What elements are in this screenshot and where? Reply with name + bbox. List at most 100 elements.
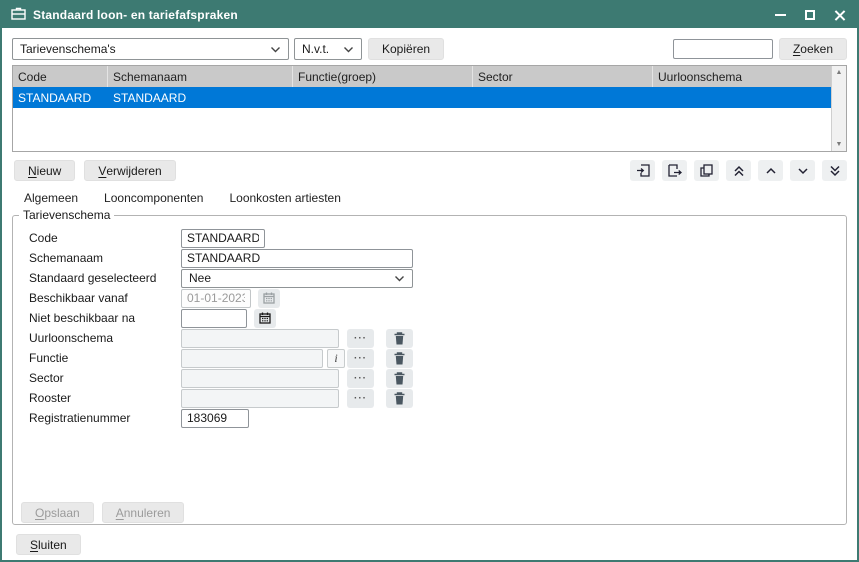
column-header-schemanaam[interactable]: Schemanaam	[108, 66, 293, 87]
table-header: Code Schemanaam Functie(groep) Sector Uu…	[13, 66, 831, 87]
uurloonschema-input	[181, 329, 339, 348]
footer: Sluiten	[16, 534, 857, 555]
import-button[interactable]	[630, 160, 655, 181]
double-chevron-down-icon	[829, 165, 841, 177]
table-scrollbar[interactable]: ▲ ▼	[831, 66, 846, 151]
scroll-up-icon[interactable]: ▲	[836, 69, 843, 76]
duplicate-button[interactable]	[694, 160, 719, 181]
trash-icon	[394, 352, 405, 365]
new-button[interactable]: Nieuw	[14, 160, 75, 181]
field-row-functie: Functie i ···	[13, 348, 846, 368]
beschikbaar-vanaf-input	[181, 289, 251, 308]
code-input[interactable]	[181, 229, 265, 248]
save-button[interactable]: Opslaan	[21, 502, 94, 523]
cell-schemanaam: STANDAARD	[108, 87, 293, 108]
cell-sector	[473, 87, 653, 108]
table-empty-area	[13, 108, 831, 151]
standaard-geselecteerd-label: Standaard geselecteerd	[29, 271, 181, 285]
copy-icon	[700, 164, 713, 177]
tab-bar: Algemeen Looncomponenten Loonkosten arti…	[24, 191, 847, 205]
trash-icon	[394, 332, 405, 345]
move-up-button[interactable]	[758, 160, 783, 181]
registratienummer-label: Registratienummer	[29, 411, 181, 425]
schema-type-select-value: Tarievenschema's	[20, 42, 116, 56]
tarievenschema-panel: Tarievenschema Code Schemanaam Standaard…	[12, 208, 847, 525]
beschikbaar-vanaf-calendar-button	[258, 289, 280, 308]
sector-browse-button[interactable]: ···	[347, 369, 374, 388]
functie-info-button[interactable]: i	[327, 349, 345, 368]
table-row[interactable]: STANDAARD STANDAARD	[13, 87, 831, 108]
field-row-standaard-geselecteerd: Standaard geselecteerd Nee	[13, 268, 846, 288]
cell-uurloonschema	[653, 87, 831, 108]
tab-loonkosten-artiesten[interactable]: Loonkosten artiesten	[229, 191, 340, 205]
functie-clear-button[interactable]	[386, 349, 413, 368]
calendar-icon	[263, 292, 275, 304]
sector-input	[181, 369, 339, 388]
cell-code: STANDAARD	[13, 87, 108, 108]
chevron-up-icon	[765, 167, 777, 175]
app-window: Standaard loon- en tariefafspraken Tarie…	[0, 0, 859, 562]
registratienummer-input[interactable]	[181, 409, 249, 428]
search-button[interactable]: Zoeken	[779, 38, 847, 60]
standaard-geselecteerd-value: Nee	[189, 271, 211, 285]
export-button[interactable]	[662, 160, 687, 181]
cell-functiegroep	[293, 87, 473, 108]
column-header-functiegroep[interactable]: Functie(groep)	[293, 66, 473, 87]
close-button[interactable]	[833, 8, 847, 22]
close-icon	[834, 9, 846, 21]
rooster-clear-button[interactable]	[386, 389, 413, 408]
minimize-button[interactable]	[773, 8, 787, 22]
column-header-sector[interactable]: Sector	[473, 66, 653, 87]
move-first-button[interactable]	[726, 160, 751, 181]
field-row-uurloonschema: Uurloonschema ···	[13, 328, 846, 348]
sector-label: Sector	[29, 371, 181, 385]
field-row-rooster: Rooster ···	[13, 388, 846, 408]
save-row: Opslaan Annuleren	[13, 502, 846, 523]
schemanaam-label: Schemanaam	[29, 251, 181, 265]
rooster-input	[181, 389, 339, 408]
schemanaam-input[interactable]	[181, 249, 413, 268]
chevron-down-icon	[343, 46, 354, 53]
move-last-button[interactable]	[822, 160, 847, 181]
rooster-browse-button[interactable]: ···	[347, 389, 374, 408]
field-row-sector: Sector ···	[13, 368, 846, 388]
chevron-down-icon	[270, 46, 281, 53]
move-down-button[interactable]	[790, 160, 815, 181]
uurloonschema-browse-button[interactable]: ···	[347, 329, 374, 348]
schema-type-select[interactable]: Tarievenschema's	[12, 38, 289, 60]
briefcase-icon	[11, 7, 26, 23]
functie-browse-button[interactable]: ···	[347, 349, 374, 368]
delete-button[interactable]: Verwijderen	[84, 160, 175, 181]
uurloonschema-clear-button[interactable]	[386, 329, 413, 348]
trash-icon	[394, 392, 405, 405]
search-input[interactable]	[673, 39, 773, 59]
maximize-button[interactable]	[803, 8, 817, 22]
column-header-code[interactable]: Code	[13, 66, 108, 87]
toolbar: Tarievenschema's N.v.t. Kopiëren Zoeken	[12, 38, 847, 60]
window-title: Standaard loon- en tariefafspraken	[33, 8, 238, 22]
column-header-uurloonschema[interactable]: Uurloonschema	[653, 66, 831, 87]
filter-select[interactable]: N.v.t.	[294, 38, 362, 60]
cancel-button[interactable]: Annuleren	[102, 502, 185, 523]
field-row-niet-beschikbaar-na: Niet beschikbaar na	[13, 308, 846, 328]
niet-beschikbaar-na-label: Niet beschikbaar na	[29, 311, 181, 325]
minimize-icon	[775, 14, 786, 16]
tab-algemeen[interactable]: Algemeen	[24, 191, 78, 205]
niet-beschikbaar-na-input[interactable]	[181, 309, 247, 328]
field-row-beschikbaar-vanaf: Beschikbaar vanaf	[13, 288, 846, 308]
field-row-schemanaam: Schemanaam	[13, 248, 846, 268]
tab-looncomponenten[interactable]: Looncomponenten	[104, 191, 203, 205]
export-icon	[668, 164, 682, 177]
title-bar: Standaard loon- en tariefafspraken	[2, 2, 857, 28]
maximize-icon	[805, 10, 815, 20]
scroll-down-icon[interactable]: ▼	[836, 141, 843, 148]
niet-beschikbaar-na-calendar-button[interactable]	[254, 309, 276, 328]
standaard-geselecteerd-select[interactable]: Nee	[181, 269, 413, 288]
close-window-button[interactable]: Sluiten	[16, 534, 81, 555]
trash-icon	[394, 372, 405, 385]
chevron-down-icon	[394, 275, 405, 282]
functie-input	[181, 349, 323, 368]
sector-clear-button[interactable]	[386, 369, 413, 388]
copy-button[interactable]: Kopiëren	[368, 38, 444, 60]
code-label: Code	[29, 231, 181, 245]
